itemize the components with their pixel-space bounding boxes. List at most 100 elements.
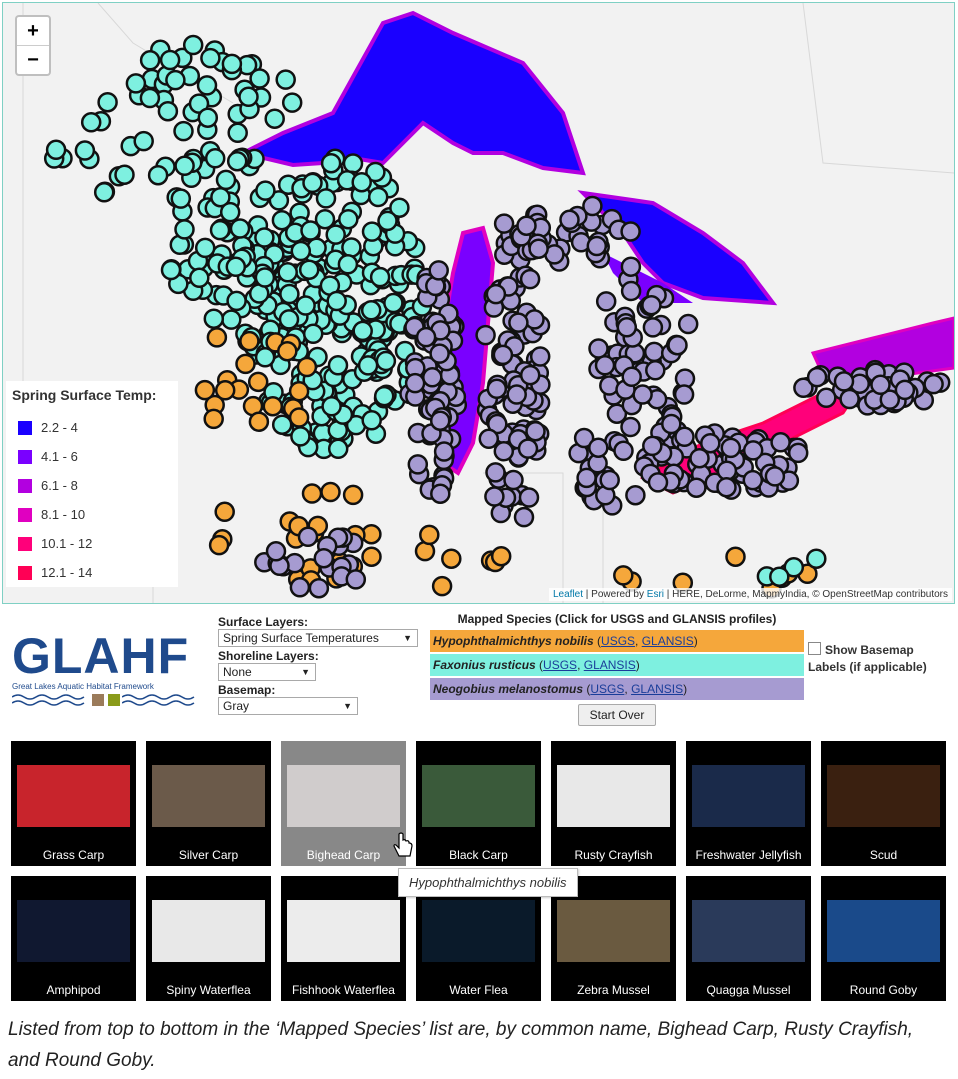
crayfish-marker[interactable] — [337, 254, 359, 275]
crayfish-marker[interactable] — [182, 34, 204, 56]
crayfish-marker[interactable] — [170, 188, 192, 209]
bighead-marker[interactable] — [206, 327, 228, 348]
goby-marker[interactable] — [588, 338, 609, 359]
crayfish-marker[interactable] — [160, 259, 182, 281]
crayfish-marker[interactable] — [227, 122, 248, 144]
goby-marker[interactable] — [613, 440, 634, 462]
crayfish-marker[interactable] — [383, 292, 404, 314]
crayfish-marker[interactable] — [341, 237, 362, 258]
goby-marker[interactable] — [621, 366, 642, 388]
goby-marker[interactable] — [787, 442, 809, 464]
crayfish-marker[interactable] — [174, 155, 195, 177]
crayfish-marker[interactable] — [367, 186, 389, 208]
crayfish-marker[interactable] — [93, 182, 115, 203]
species-thumbnail[interactable]: Silver Carp — [146, 741, 271, 866]
goby-marker[interactable] — [770, 432, 791, 453]
goby-marker[interactable] — [620, 221, 641, 242]
basemap-labels-option[interactable]: Show Basemap Labels (if applicable) — [808, 642, 948, 676]
goby-marker[interactable] — [516, 215, 537, 236]
goby-marker[interactable] — [588, 437, 609, 458]
crayfish-marker[interactable] — [147, 164, 169, 186]
goby-marker[interactable] — [289, 577, 311, 598]
goby-marker[interactable] — [625, 484, 646, 506]
crayfish-marker[interactable] — [302, 172, 323, 194]
crayfish-marker[interactable] — [352, 320, 373, 342]
bighead-marker[interactable] — [214, 380, 236, 401]
mapped-species-item[interactable]: Hypophthalmichthys nobilis (USGS, GLANSI… — [430, 630, 804, 652]
bighead-marker[interactable] — [248, 411, 270, 432]
crayfish-marker[interactable] — [298, 259, 320, 280]
crayfish-marker[interactable] — [373, 385, 395, 407]
goby-marker[interactable] — [525, 420, 546, 442]
goby-marker[interactable] — [485, 462, 506, 483]
species-thumbnail[interactable]: Fishhook Waterflea — [281, 876, 406, 1001]
species-thumbnail[interactable]: Rusty Crayfish — [551, 741, 676, 866]
crayfish-marker[interactable] — [197, 107, 219, 128]
surface-layers-select[interactable]: Spring Surface Temperatures ▼ — [218, 629, 418, 647]
crayfish-marker[interactable] — [369, 266, 391, 288]
goby-marker[interactable] — [529, 346, 551, 367]
bighead-marker[interactable] — [431, 575, 453, 597]
crayfish-marker[interactable] — [194, 237, 216, 259]
goby-marker[interactable] — [493, 213, 515, 234]
bighead-marker[interactable] — [296, 356, 318, 378]
crayfish-marker[interactable] — [133, 130, 154, 152]
basemap-labels-checkbox[interactable] — [808, 642, 821, 655]
crayfish-marker[interactable] — [295, 295, 316, 316]
goby-marker[interactable] — [632, 384, 653, 405]
crayfish-marker[interactable] — [327, 438, 349, 460]
goby-marker[interactable] — [503, 469, 524, 491]
crayfish-marker[interactable] — [74, 140, 96, 161]
goby-marker[interactable] — [720, 437, 742, 459]
goby-marker[interactable] — [839, 388, 860, 410]
species-thumbnail[interactable]: Scud — [821, 741, 946, 866]
goby-marker[interactable] — [492, 344, 514, 366]
bighead-marker[interactable] — [208, 534, 230, 556]
goby-marker[interactable] — [642, 435, 663, 457]
crayfish-marker[interactable] — [209, 219, 231, 241]
bighead-marker[interactable] — [301, 483, 323, 504]
crayfish-marker[interactable] — [300, 220, 321, 241]
bighead-marker[interactable] — [239, 330, 260, 352]
goby-marker[interactable] — [806, 366, 828, 388]
crayfish-marker[interactable] — [165, 69, 186, 91]
goby-marker[interactable] — [667, 334, 688, 356]
bighead-marker[interactable] — [419, 524, 440, 546]
crayfish-marker[interactable] — [226, 290, 247, 312]
goby-marker[interactable] — [674, 426, 695, 448]
species-thumbnail[interactable]: Quagga Mussel — [686, 876, 811, 1001]
goby-marker[interactable] — [620, 256, 642, 277]
goby-marker[interactable] — [433, 441, 455, 462]
crayfish-marker[interactable] — [271, 414, 293, 435]
goby-marker[interactable] — [576, 467, 597, 489]
crayfish-marker[interactable] — [806, 548, 827, 569]
bighead-marker[interactable] — [613, 565, 634, 586]
crayfish-marker[interactable] — [327, 355, 349, 376]
goby-marker[interactable] — [594, 355, 616, 376]
crayfish-marker[interactable] — [278, 309, 300, 330]
goby-marker[interactable] — [517, 438, 539, 459]
goby-marker[interactable] — [493, 441, 515, 462]
species-thumbnail[interactable]: Amphipod — [11, 876, 136, 1001]
crayfish-marker[interactable] — [290, 240, 312, 262]
goby-marker[interactable] — [894, 379, 916, 401]
species-thumbnail[interactable]: Freshwater Jellyfish — [686, 741, 811, 866]
crayfish-marker[interactable] — [321, 396, 342, 417]
glansis-link[interactable]: GLANSIS — [642, 634, 694, 648]
goby-marker[interactable] — [528, 238, 549, 259]
crayfish-marker[interactable] — [769, 566, 790, 587]
crayfish-marker[interactable] — [360, 300, 382, 321]
leaflet-link[interactable]: Leaflet — [553, 589, 583, 600]
bighead-marker[interactable] — [262, 395, 284, 417]
crayfish-marker[interactable] — [357, 355, 379, 376]
goby-marker[interactable] — [816, 387, 837, 409]
crayfish-marker[interactable] — [219, 201, 241, 223]
goby-marker[interactable] — [308, 577, 330, 599]
bighead-marker[interactable] — [725, 546, 746, 567]
usgs-link[interactable]: USGS — [590, 682, 624, 696]
goby-marker[interactable] — [645, 360, 666, 381]
crayfish-marker[interactable] — [159, 49, 181, 71]
bighead-marker[interactable] — [342, 484, 364, 506]
goby-marker[interactable] — [415, 326, 437, 348]
goby-marker[interactable] — [599, 469, 620, 491]
